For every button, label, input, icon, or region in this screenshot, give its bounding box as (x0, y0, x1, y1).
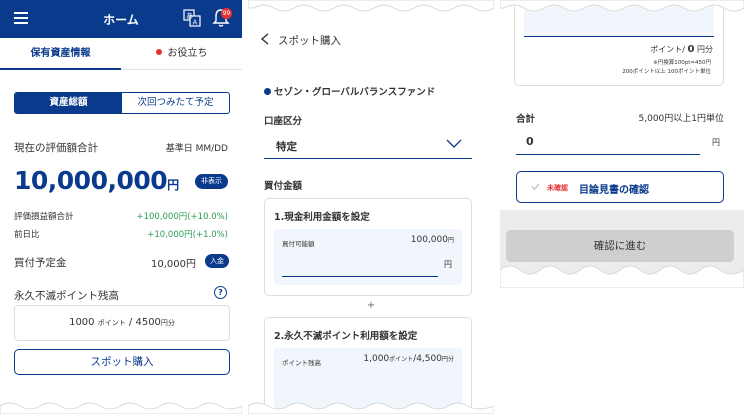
sum-input[interactable]: 0 (516, 129, 700, 155)
deposit-button[interactable]: 入金 (205, 254, 229, 268)
points-yen-amount: 4500 (135, 317, 161, 328)
valuation-amount: 10,000,000円 (14, 166, 179, 195)
help-icon[interactable]: ? (214, 286, 227, 299)
points-balance-unit: ポイント (389, 356, 414, 363)
planned-value: 10,000円 (151, 259, 196, 270)
cash-input-unit: 円 (444, 260, 452, 269)
valuation-number: 10,000,000 (14, 166, 168, 195)
pnl-total-label: 評価損益額合計 (14, 212, 74, 222)
prospectus-label: 目論見書の確認 (579, 185, 649, 196)
cash-amount-input[interactable] (282, 253, 438, 277)
cash-amount-card: 1.現金利用金額を設定 買付可能額 100,000円 円 (264, 198, 472, 296)
spot-purchase-screen: スポット購入 セゾン・グローバルバランスファンド 口座区分 特定 買付金額 1.… (248, 0, 494, 414)
available-amount: 100,000 (410, 235, 448, 245)
page-title: ホーム (103, 13, 139, 27)
notification-badge: 99 (221, 8, 232, 19)
points-yen-unit: 円分 (697, 45, 713, 54)
spot-purchase-button[interactable]: スポット購入 (14, 349, 230, 375)
toggle-next-plan[interactable]: 次回つみたて予定 (122, 93, 229, 113)
available-unit: 円 (447, 237, 454, 244)
check-icon (531, 183, 540, 191)
points-balance-label: ポイント残高 (282, 359, 321, 367)
app-header: ホーム あ A 99 (0, 0, 242, 38)
proceed-to-confirm-button[interactable]: 確認に進む (506, 230, 734, 262)
fund-name: セゾン・グローバルバランスファンド (264, 84, 435, 98)
available-value: 100,000円 (411, 235, 454, 245)
pnl-daily-label: 前日比 (14, 230, 40, 240)
conversion-note: ※円換算100pt=450円 (653, 60, 711, 66)
account-type-select[interactable]: 特定 (264, 131, 472, 159)
points-label: 永久不滅ポイント残高 (14, 290, 119, 302)
torn-edge-bottom (500, 265, 744, 288)
torn-edge-bottom (248, 402, 494, 414)
unit-note: 200ポイント以上 100ポイント単位 (622, 69, 711, 75)
chevron-down-icon (446, 139, 462, 148)
account-type-label: 口座区分 (264, 116, 303, 127)
points-yen-unit: 円分 (160, 319, 175, 327)
back-chevron-icon[interactable] (260, 33, 270, 45)
unconfirmed-status: 未確認 (547, 184, 568, 192)
page-title: スポット購入 (278, 35, 341, 47)
torn-edge-bottom (0, 402, 242, 414)
sum-note: 5,000円以上1円単位 (638, 114, 725, 124)
view-toggle: 資産総額 次回つみたて予定 (14, 92, 230, 114)
points-unit: ポイント (97, 319, 126, 327)
spot-purchase-bottom-screen: ポイント/ 0 円分 ※円換算100pt=450円 200ポイント以上 100ポ… (500, 0, 744, 414)
available-label: 買付可能額 (282, 240, 315, 248)
points-balance-yen: /4,500 (413, 354, 442, 364)
points-yen-value: 0 (687, 44, 695, 55)
home-screen: ホーム あ A 99 保有資産情報 お役立ち 資産総額 次回つみたて予定 現在の… (0, 0, 242, 414)
valuation-label: 現在の評価額合計 (14, 142, 98, 154)
base-date: 基準日 MM/DD (165, 144, 228, 154)
valuation-unit: 円 (167, 178, 179, 192)
plus-sign: + (366, 300, 376, 311)
points-balance-box: 1000 ポイント / 4500円分 (14, 305, 230, 341)
points-balance-yen-unit: 円分 (441, 356, 454, 363)
prospectus-confirm-button[interactable]: 未確認 目論見書の確認 (516, 171, 724, 203)
hide-amount-button[interactable]: 非表示 (195, 174, 228, 189)
planned-label: 買付予定金 (14, 257, 67, 269)
new-dot-icon (155, 49, 162, 55)
pnl-daily-value: +10,000円(+1.0%) (147, 230, 228, 240)
language-icon[interactable]: あ A (183, 9, 201, 27)
points-card-title: 2.永久不滅ポイント利用額を設定 (274, 331, 418, 342)
points-separator: / (128, 317, 133, 328)
cash-card-title: 1.現金利用金額を設定 (274, 212, 370, 223)
toggle-total-assets[interactable]: 資産総額 (15, 93, 122, 113)
points-yen-label: ポイント/ (650, 45, 685, 54)
account-type-value: 特定 (276, 141, 297, 153)
pnl-total-value: +100,000円(+10.0%) (136, 212, 228, 222)
torn-edge-top (248, 0, 494, 12)
points-balance-value: 1,000ポイント/4,500円分 (363, 354, 454, 364)
points-amount: 1000 (69, 317, 95, 328)
points-balance-amount: 1,000 (363, 354, 390, 364)
sum-label: 合計 (516, 114, 536, 125)
tab-useful-info-label: お役立ち (167, 48, 208, 59)
sum-unit: 円 (712, 138, 720, 147)
purchase-amount-label: 買付金額 (264, 181, 303, 192)
fund-dot-icon (264, 88, 271, 95)
points-yen-line: ポイント/ 0 円分 (650, 44, 713, 55)
cash-input-area: 買付可能額 100,000円 円 (274, 229, 462, 285)
torn-edge-top (500, 0, 744, 12)
tab-useful-info[interactable]: お役立ち (121, 38, 242, 70)
tab-holdings[interactable]: 保有資産情報 (0, 38, 121, 70)
fund-name-text: セゾン・グローバルバランスファンド (274, 87, 436, 98)
svg-text:A: A (193, 19, 198, 27)
sum-value: 0 (526, 135, 534, 148)
tab-bar: 保有資産情報 お役立ち (0, 38, 242, 70)
